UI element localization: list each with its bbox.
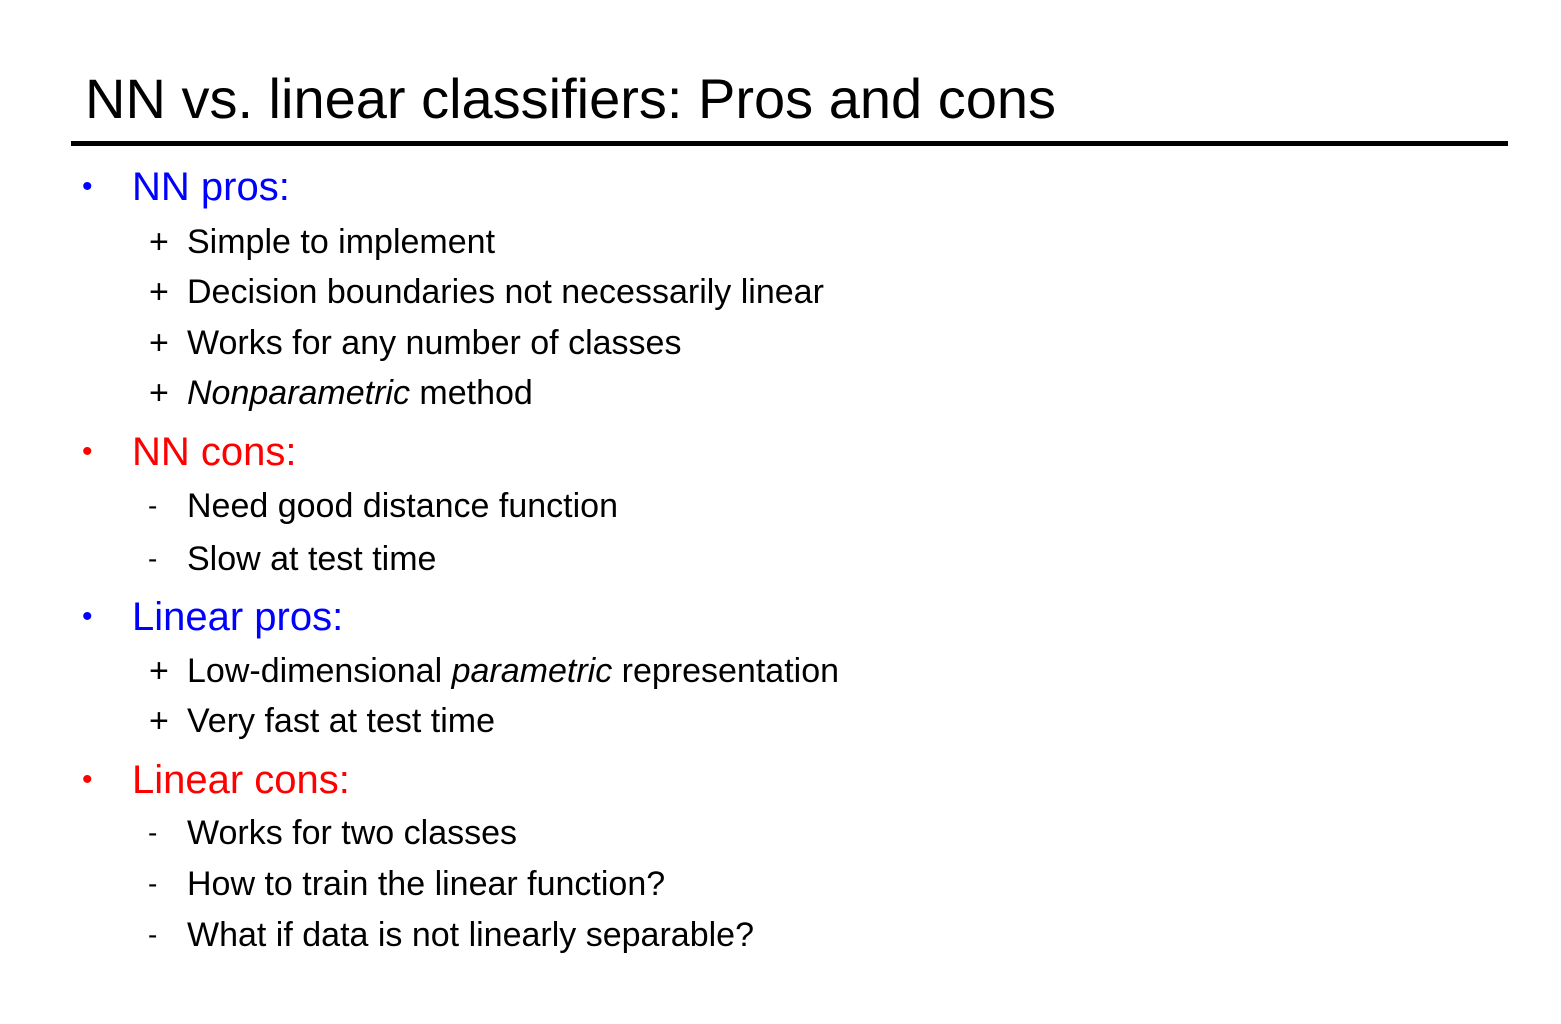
list-item: - Need good distance function	[0, 484, 1561, 528]
section-heading: NN pros:	[132, 165, 290, 209]
section-heading: Linear pros:	[132, 595, 344, 639]
item-text: Works for two classes	[187, 811, 517, 855]
section-3: • Linear cons:	[0, 755, 1561, 805]
dash-marker: -	[148, 543, 158, 574]
section-0: • NN pros:	[0, 162, 1561, 212]
dash-marker: -	[148, 919, 158, 950]
item-text: Slow at test time	[187, 537, 436, 581]
plus-marker: +	[149, 374, 169, 412]
list-item: + Works for any number of classes	[0, 321, 1561, 365]
item-text: Works for any number of classes	[187, 321, 681, 365]
plus-marker: +	[149, 324, 169, 362]
item-text: Decision boundaries not necessarily line…	[187, 270, 824, 314]
item-text: Low-dimensional parametric representatio…	[187, 649, 839, 693]
item-text-part: Works for any number of classes	[187, 324, 682, 362]
item-text-part: Need good distance function	[187, 487, 618, 525]
item-text-part: method	[409, 374, 533, 412]
title-underline	[71, 141, 1508, 146]
section-heading: Linear cons:	[132, 758, 350, 802]
bullet-icon: •	[82, 170, 93, 203]
list-item: + Nonparametric method	[0, 371, 1561, 415]
section-2: • Linear pros:	[0, 592, 1561, 642]
list-item: + Very fast at test time	[0, 699, 1561, 743]
item-text-part: How to train the linear function?	[187, 865, 666, 903]
list-item: - How to train the linear function?	[0, 862, 1561, 906]
item-text-part: Slow at test time	[187, 540, 437, 578]
list-item: + Low-dimensional parametric representati…	[0, 649, 1561, 693]
item-text: Nonparametric method	[187, 371, 533, 415]
list-item: - What if data is not linearly separable?	[0, 913, 1561, 957]
item-text-emphasis: Nonparametric	[187, 374, 410, 412]
slide: NN vs. linear classifiers: Pros and cons…	[0, 0, 1561, 1024]
dash-marker: -	[148, 817, 158, 848]
plus-marker: +	[149, 652, 169, 690]
section-heading: NN cons:	[132, 430, 297, 474]
bullet-icon: •	[82, 435, 93, 468]
page-title: NN vs. linear classifiers: Pros and cons	[85, 67, 1057, 130]
item-text: Very fast at test time	[187, 699, 495, 743]
item-text-part: Works for two classes	[187, 814, 518, 852]
section-1: • NN cons:	[0, 427, 1561, 477]
item-text-part: Simple to implement	[187, 223, 496, 261]
item-text-part: What if data is not linearly separable?	[187, 916, 754, 954]
item-text-part: Decision boundaries not necessarily line…	[187, 273, 824, 311]
item-text-part: Very fast at test time	[187, 702, 496, 740]
list-item: - Slow at test time	[0, 537, 1561, 581]
item-text: Simple to implement	[187, 220, 495, 264]
plus-marker: +	[149, 273, 169, 311]
dash-marker: -	[148, 868, 158, 899]
bullet-icon: •	[82, 600, 93, 633]
plus-marker: +	[149, 223, 169, 261]
plus-marker: +	[149, 702, 169, 740]
item-text: How to train the linear function?	[187, 862, 665, 906]
item-text: Need good distance function	[187, 484, 618, 528]
item-text: What if data is not linearly separable?	[187, 913, 754, 957]
item-text-part: representation	[612, 652, 840, 690]
list-item: - Works for two classes	[0, 811, 1561, 855]
dash-marker: -	[148, 490, 158, 521]
bullet-icon: •	[82, 763, 93, 796]
list-item: + Decision boundaries not necessarily lin…	[0, 270, 1561, 314]
item-text-part: Low-dimensional	[187, 652, 452, 690]
list-item: + Simple to implement	[0, 220, 1561, 264]
item-text-emphasis: parametric	[451, 652, 613, 690]
